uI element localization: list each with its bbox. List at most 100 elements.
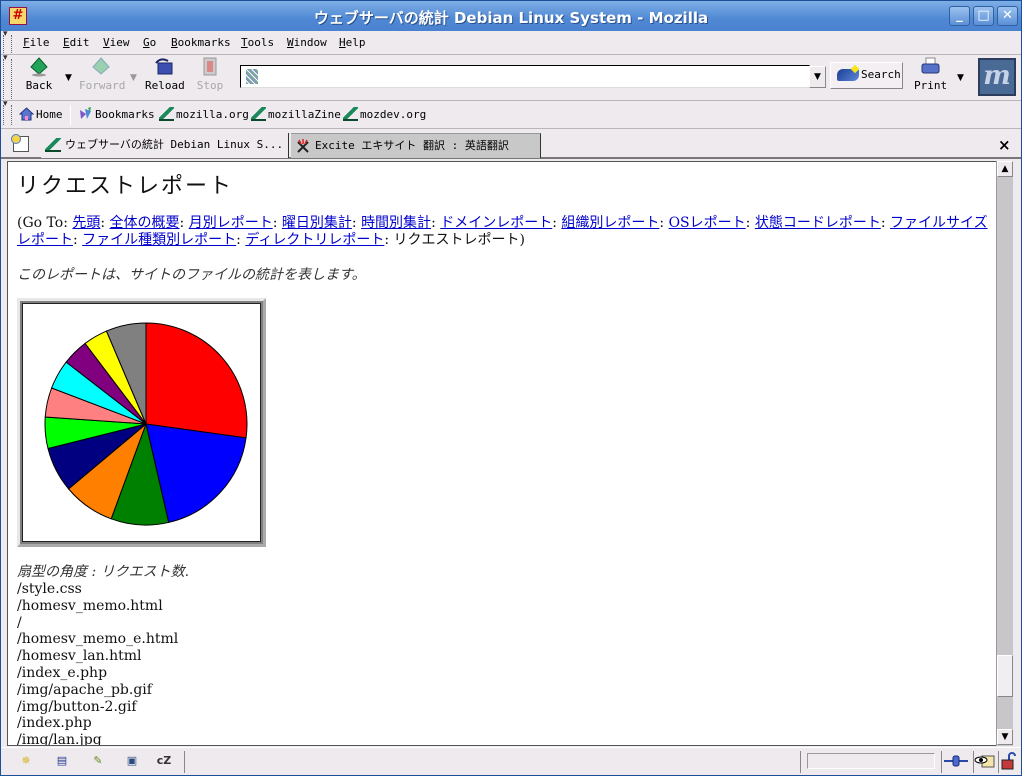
goto-link[interactable]: 時間別集計 — [361, 215, 431, 231]
goto-link[interactable]: 状態コードレポート — [755, 215, 881, 231]
file-list: /style.css/homesv_memo.html //homesv_memo… — [17, 581, 997, 745]
close-tab-button[interactable]: × — [998, 136, 1011, 154]
menu-view-label: iew — [109, 36, 130, 49]
tab-page-icon — [45, 138, 61, 152]
tab-label: ウェブサーバの統計 Debian Linux S... — [65, 138, 284, 151]
back-history-dropdown[interactable]: ▼ — [65, 73, 72, 83]
goto-link[interactable]: OSレポート — [669, 215, 746, 231]
tab-excite-translation[interactable]: Excite エキサイト 翻訳 : 英語翻訳 — [291, 133, 541, 158]
goto-separator: : — [236, 232, 246, 248]
goto-separator: : — [179, 215, 189, 231]
goto-link[interactable]: ドメインレポート — [440, 215, 552, 231]
goto-current-page: リクエストレポート) — [393, 232, 526, 248]
back-arrow-icon — [30, 57, 48, 77]
goto-link[interactable]: 先頭 — [72, 215, 100, 231]
page-heading: リクエストレポート — [17, 174, 234, 199]
reload-button[interactable]: Reload — [145, 57, 185, 92]
file-list-item: / — [17, 614, 22, 631]
goto-separator: : — [745, 215, 755, 231]
bookmarks-label: Bookmarks — [95, 108, 155, 121]
page-proxy-icon[interactable] — [246, 69, 258, 84]
menu-edit[interactable]: Edit — [63, 36, 90, 49]
bookmark-page-icon — [159, 107, 174, 121]
menu-view[interactable]: View — [103, 36, 130, 49]
goto-link[interactable]: ディレクトリレポート — [245, 232, 384, 248]
home-button[interactable]: Home — [19, 107, 63, 121]
bookmark-link-mozilla-org[interactable]: mozilla.org — [159, 107, 249, 121]
tab-web-statistics[interactable]: ウェブサーバの統計 Debian Linux S... — [41, 133, 289, 158]
online-status-icon[interactable] — [941, 751, 971, 773]
pie-slice — [145, 322, 248, 439]
menu-file-label: ile — [29, 36, 50, 49]
home-icon — [19, 107, 34, 121]
menu-bookmarks[interactable]: Bookmarks — [171, 36, 231, 49]
toolbar-grip[interactable] — [3, 99, 12, 125]
goto-link[interactable]: 全体の概要 — [110, 215, 180, 231]
scroll-up-button[interactable]: ▲ — [997, 161, 1013, 177]
print-options-dropdown[interactable]: ▼ — [957, 73, 964, 83]
stop-button[interactable]: Stop — [196, 57, 224, 92]
goto-separator: : — [272, 215, 282, 231]
tab-label: Excite エキサイト 翻訳 : 英語翻訳 — [315, 139, 509, 152]
mail-icon[interactable]: ▤ — [53, 754, 71, 768]
minimize-button[interactable]: _ — [949, 6, 970, 26]
menu-window[interactable]: Window — [287, 36, 327, 49]
goto-prefix: (Go To: — [17, 215, 73, 231]
bookmark-link-mozillazine[interactable]: mozillaZine — [251, 107, 341, 121]
window-title: ウェブサーバの統計 Debian Linux System - Mozilla — [313, 9, 709, 27]
menu-file[interactable]: File — [23, 36, 50, 49]
menu-go[interactable]: Go — [143, 36, 156, 49]
status-bar: ✵ ▤ ✎ ▣ cZ — [1, 747, 1021, 775]
goto-link[interactable]: 曜日別集計 — [282, 215, 352, 231]
file-list-item: /homesv_memo_e.html — [17, 631, 179, 648]
menu-help[interactable]: Help — [339, 36, 366, 49]
toolbar-grip[interactable] — [3, 29, 12, 53]
menu-go-label: o — [149, 36, 157, 49]
goto-separator: : — [659, 215, 669, 231]
maximize-button[interactable]: □ — [973, 6, 994, 26]
report-page: リクエストレポート (Go To: 先頭: 全体の概要: 月別レポート: 曜日別… — [17, 168, 997, 745]
menu-tools-label: ools — [247, 36, 275, 49]
component-bar: ✵ ▤ ✎ ▣ cZ — [5, 751, 185, 773]
toolbar-grip[interactable] — [3, 53, 12, 99]
chatzilla-icon[interactable]: cZ — [155, 754, 173, 768]
address-book-icon[interactable]: ▣ — [123, 754, 141, 768]
print-button[interactable]: Print — [914, 57, 948, 92]
url-history-dropdown[interactable]: ▼ — [809, 66, 826, 88]
print-label: Print — [914, 79, 948, 92]
navigator-icon[interactable]: ✵ — [17, 754, 35, 768]
menu-tools[interactable]: Tools — [241, 36, 274, 49]
menu-bookmarks-label: ookmarks — [177, 36, 231, 49]
url-bar[interactable] — [240, 65, 810, 88]
page-content: リクエストレポート (Go To: 先頭: 全体の概要: 月別レポート: 曜日別… — [7, 161, 1003, 746]
composer-icon[interactable]: ✎ — [89, 754, 107, 768]
vertical-scrollbar[interactable]: ▲ ▼ — [996, 161, 1013, 746]
forward-button[interactable]: Forward — [79, 57, 125, 92]
mozilla-logo[interactable]: m — [978, 58, 1016, 96]
goto-separator: : — [880, 215, 890, 231]
goto-link[interactable]: 月別レポート — [189, 215, 273, 231]
goto-separator: : — [351, 215, 362, 231]
goto-link[interactable]: ファイル種類別レポート — [82, 232, 236, 248]
bookmark-page-icon — [251, 107, 266, 121]
browser-window: # ウェブサーバの統計 Debian Linux System - Mozill… — [0, 0, 1022, 776]
scroll-down-button[interactable]: ▼ — [997, 729, 1013, 745]
title-bar[interactable]: # ウェブサーバの統計 Debian Linux System - Mozill… — [1, 1, 1021, 31]
menu-edit-label: dit — [69, 36, 90, 49]
bookmark-label: mozillaZine — [268, 108, 341, 121]
bookmarks-button[interactable]: Bookmarks — [78, 107, 155, 121]
search-button[interactable]: Search — [830, 62, 903, 89]
close-window-button[interactable]: ✕ — [997, 6, 1018, 26]
reload-label: Reload — [145, 79, 185, 92]
file-list-item: /homesv_memo.html — [17, 597, 163, 614]
goto-link[interactable]: 組織別レポート — [561, 215, 659, 231]
new-tab-icon[interactable] — [11, 134, 29, 152]
chart-caption: 扇型の角度 : リクエスト数. — [17, 564, 190, 580]
url-input[interactable] — [263, 68, 803, 85]
back-button[interactable]: Back — [25, 57, 53, 92]
security-lock-icon[interactable] — [998, 751, 1020, 773]
forward-history-dropdown[interactable]: ▼ — [130, 73, 137, 83]
scrollbar-thumb[interactable] — [997, 655, 1013, 697]
bookmark-link-mozdev-org[interactable]: mozdev.org — [343, 107, 426, 121]
cookie-viewer-icon[interactable] — [973, 751, 997, 773]
